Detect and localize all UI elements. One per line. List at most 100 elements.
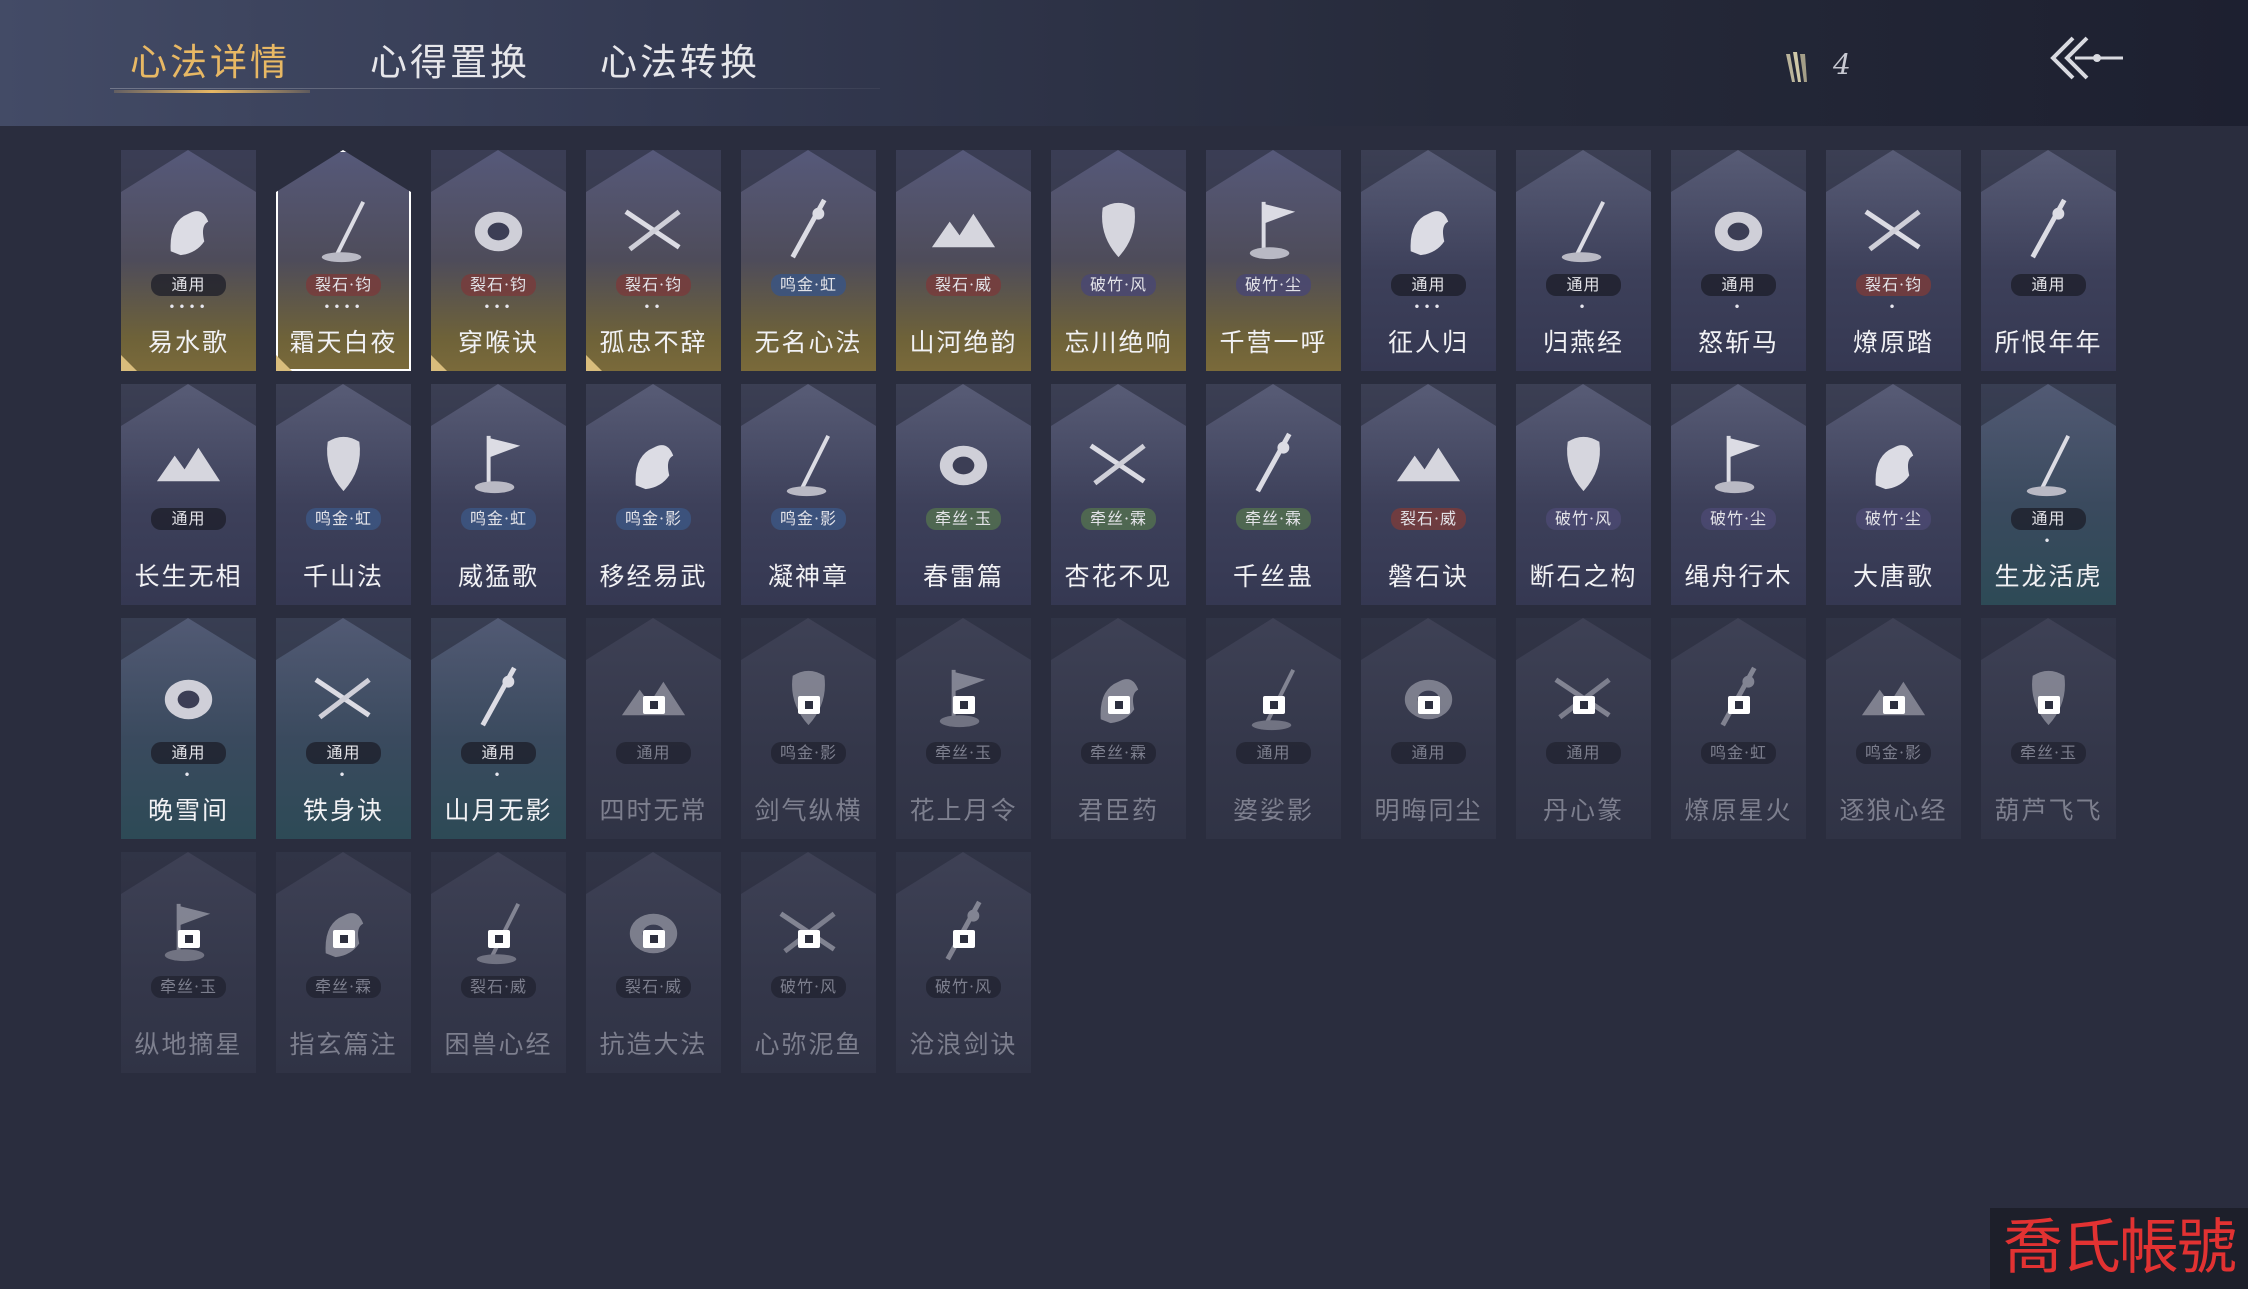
skill-card[interactable]: 通用 所恨年年 (1981, 150, 2116, 371)
skill-name: 征人归 (1387, 328, 1469, 357)
school-tag: 牵丝·玉 (926, 508, 1001, 530)
tab-skill-details[interactable]: 心法详情 (130, 32, 290, 86)
school-tag: 牵丝·霖 (306, 976, 381, 998)
skill-card[interactable]: 裂石·钧 •• 孤忠不辞 (586, 150, 721, 371)
skill-card[interactable]: 鸣金·影 逐狼心经 (1826, 618, 1961, 839)
card-roof (1206, 384, 1341, 426)
skill-card[interactable]: 通用 • 生龙活虎 (1981, 384, 2116, 605)
skill-card[interactable]: 牵丝·玉 花上月令 (896, 618, 1031, 839)
school-tag: 鸣金·虹 (771, 274, 846, 296)
level-dots: ••• (1413, 300, 1444, 314)
skill-name: 指玄篇注 (289, 1030, 398, 1059)
school-tag: 通用 (1391, 274, 1466, 296)
skill-card[interactable]: 破竹·尘 千营一呼 (1206, 150, 1341, 371)
skill-card[interactable]: 裂石·钧 • 燎原踏 (1826, 150, 1961, 371)
level-dots: • (493, 768, 504, 782)
skill-card[interactable]: 通用 • 铁身诀 (276, 618, 411, 839)
level-dots (896, 534, 1031, 548)
skill-card[interactable]: 裂石·威抗造大法 (586, 852, 721, 1073)
skill-card[interactable]: 牵丝·玉春雷篇 (896, 384, 1031, 605)
skill-card[interactable]: 破竹·风 忘川绝响 (1051, 150, 1186, 371)
skill-name: 春雷篇 (922, 562, 1004, 591)
skill-name: 磐石诀 (1387, 562, 1469, 591)
card-roof (1206, 618, 1341, 660)
school-tag: 通用 (1546, 274, 1621, 296)
skill-card[interactable]: 牵丝·霖 君臣药 (1051, 618, 1186, 839)
roots-icon (1701, 426, 1776, 501)
skill-card[interactable]: 鸣金·影 剑气纵横 (741, 618, 876, 839)
skill-card[interactable]: 裂石·威 磐石诀 (1361, 384, 1496, 605)
card-roof (431, 150, 566, 192)
card-roof (1826, 384, 1961, 426)
skill-card[interactable]: 通用 ••• 征人归 (1361, 150, 1496, 371)
mountains-icon (926, 192, 1001, 267)
skill-card[interactable]: 牵丝·霖 千丝蛊 (1206, 384, 1341, 605)
card-roof (1051, 618, 1186, 660)
level-dots (741, 768, 876, 782)
skill-card[interactable]: 破竹·风 心弥泥鱼 (741, 852, 876, 1073)
skill-card[interactable]: 通用 丹心篆 (1516, 618, 1651, 839)
lock-icon (1728, 696, 1750, 714)
skill-card[interactable]: 破竹·风 断石之构 (1516, 384, 1651, 605)
school-tag: 裂石·威 (616, 976, 691, 998)
lock-icon (1263, 696, 1285, 714)
tab-skill-convert[interactable]: 心法转换 (600, 32, 760, 86)
mask-icon (1081, 192, 1156, 267)
equipped-corner-icon (121, 355, 137, 371)
skill-card[interactable]: 鸣金·虹 无名心法 (741, 150, 876, 371)
skill-card[interactable]: 裂石·威 困兽心经 (431, 852, 566, 1073)
skill-card[interactable]: 通用 婆娑影 (1206, 618, 1341, 839)
card-roof (586, 384, 721, 426)
skill-name: 燎原踏 (1852, 328, 1934, 357)
skill-card[interactable]: 鸣金·虹 千山法 (276, 384, 411, 605)
tab-divider (110, 88, 880, 89)
skill-name: 抗造大法 (599, 1030, 708, 1059)
card-roof (431, 384, 566, 426)
skill-card[interactable]: 牵丝·霖 杏花不见 (1051, 384, 1186, 605)
skill-name: 穿喉诀 (457, 328, 539, 357)
skill-card[interactable]: 鸣金·虹 威猛歌 (431, 384, 566, 605)
skill-card[interactable]: 裂石·钧 •••• 霜天白夜 (276, 150, 411, 371)
level-dots (1671, 768, 1806, 782)
skill-card[interactable]: 鸣金·影 凝神章 (741, 384, 876, 605)
back-button[interactable] (2045, 32, 2125, 84)
card-roof (1516, 150, 1651, 192)
skill-name: 移经易武 (599, 562, 708, 591)
skill-card[interactable]: 通用 • 山月无影 (431, 618, 566, 839)
level-dots (1361, 768, 1496, 782)
skill-card[interactable]: 牵丝·霖指玄篇注 (276, 852, 411, 1073)
watermark: 喬氏帳號 (1990, 1208, 2248, 1289)
school-tag: 通用 (1391, 742, 1466, 764)
skill-card[interactable]: 破竹·尘 大唐歌 (1826, 384, 1961, 605)
skill-name: 所恨年年 (1994, 328, 2103, 357)
skill-card[interactable]: 裂石·钧 ••• 穿喉诀 (431, 150, 566, 371)
skill-card[interactable]: 牵丝·玉 纵地摘星 (121, 852, 256, 1073)
skill-card[interactable]: 通用 •••• 易水歌 (121, 150, 256, 371)
skill-card[interactable]: 通用 • 归燕经 (1516, 150, 1651, 371)
lock-icon (643, 930, 665, 948)
skill-name: 千丝蛊 (1232, 562, 1314, 591)
level-dots (276, 534, 411, 548)
level-dots: •••• (323, 300, 364, 314)
skill-card[interactable]: 通用 • 怒斩马 (1671, 150, 1806, 371)
skill-card[interactable]: 鸣金·影 移经易武 (586, 384, 721, 605)
skill-name: 铁身诀 (302, 796, 384, 825)
school-tag: 牵丝·玉 (151, 976, 226, 998)
level-dots (121, 1002, 256, 1016)
skill-card[interactable]: 牵丝·玉 葫芦飞飞 (1981, 618, 2116, 839)
skill-card[interactable]: 通用 • 晚雪间 (121, 618, 256, 839)
tab-insight-exchange[interactable]: 心得置换 (370, 32, 530, 86)
skill-card[interactable]: 通用 明晦同尘 (1361, 618, 1496, 839)
skill-card[interactable]: 鸣金·虹 燎原星火 (1671, 618, 1806, 839)
skill-card[interactable]: 破竹·尘 绳舟行木 (1671, 384, 1806, 605)
school-tag: 裂石·钧 (616, 274, 691, 296)
skill-name: 山月无影 (444, 796, 553, 825)
level-dots: • (2043, 534, 2054, 548)
skill-card[interactable]: 通用 长生无相 (121, 384, 256, 605)
skill-card[interactable]: 破竹·风 沧浪剑诀 (896, 852, 1031, 1073)
skill-card[interactable]: 裂石·威 山河绝韵 (896, 150, 1031, 371)
quill-bundle-icon (1782, 48, 1812, 84)
bird-hand-icon (1391, 192, 1466, 267)
skill-card[interactable]: 通用 四时无常 (586, 618, 721, 839)
card-roof (896, 852, 1031, 894)
